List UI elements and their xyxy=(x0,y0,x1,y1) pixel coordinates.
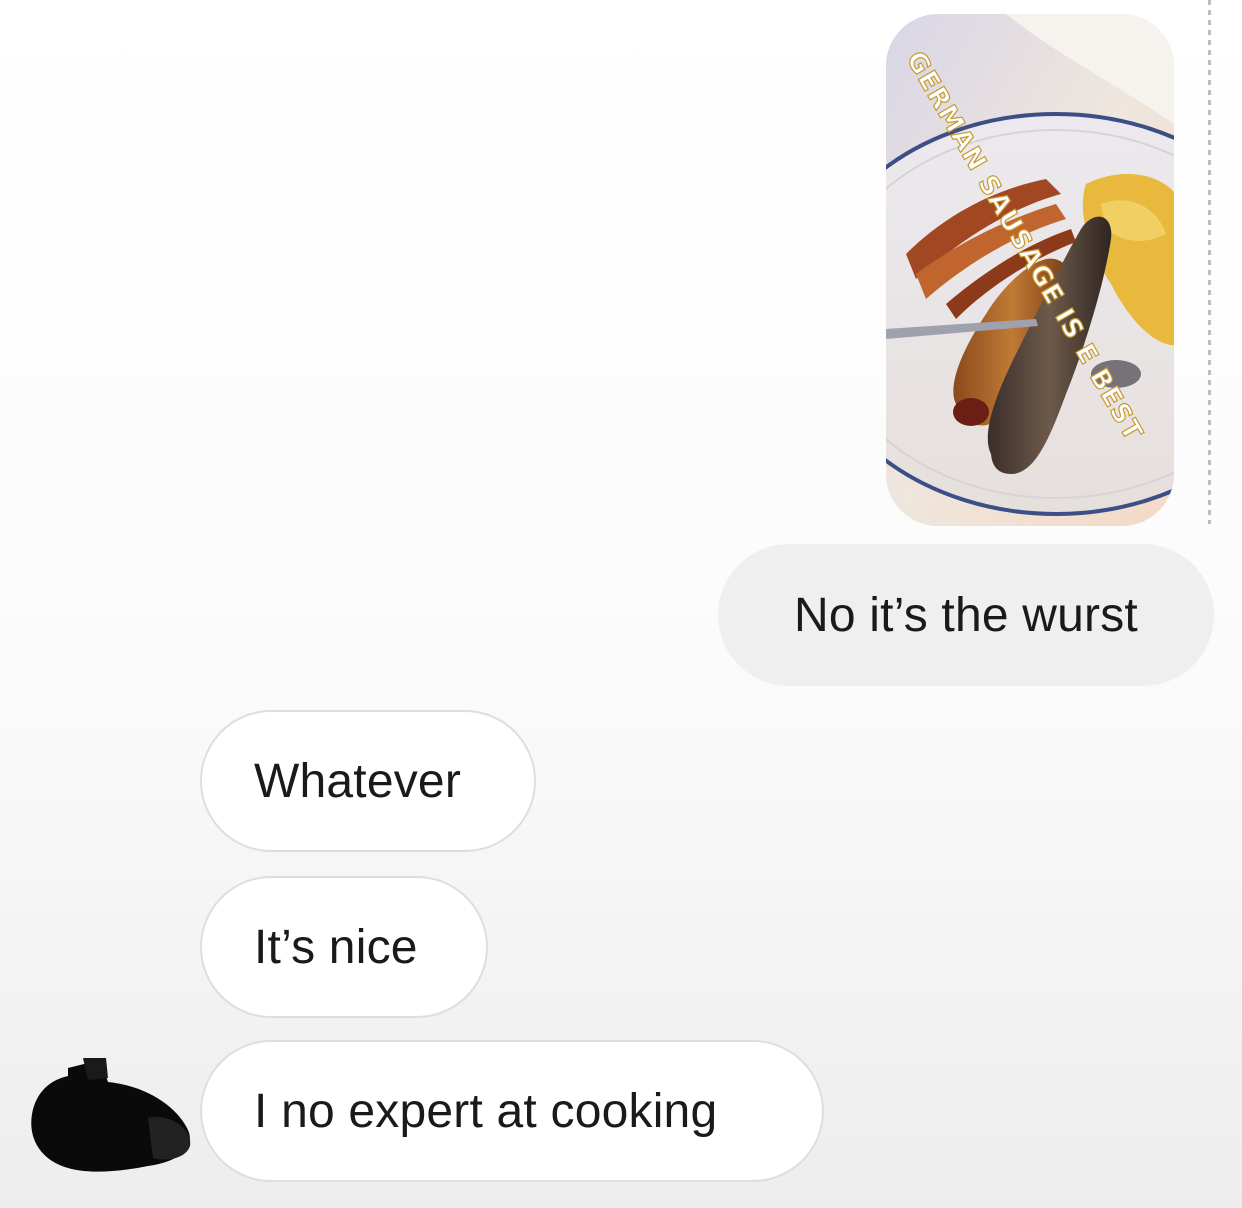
redacted-avatar-icon xyxy=(31,1058,191,1172)
message-thread: GERMAN SAUSAGE IS E BEST No it’s the wur… xyxy=(0,0,1242,1208)
received-message-bubble[interactable]: I no expert at cooking xyxy=(200,1040,824,1182)
message-text: It’s nice xyxy=(254,920,418,974)
message-text: Whatever xyxy=(254,754,462,808)
story-photo-sausages: GERMAN SAUSAGE IS E BEST xyxy=(886,14,1174,526)
shared-story-image[interactable]: GERMAN SAUSAGE IS E BEST xyxy=(886,14,1174,526)
message-text: I no expert at cooking xyxy=(254,1084,718,1138)
story-progress-indicator xyxy=(1208,0,1211,524)
received-message-bubble[interactable]: It’s nice xyxy=(200,876,488,1018)
sender-avatar[interactable] xyxy=(28,1058,194,1176)
received-message-bubble[interactable]: Whatever xyxy=(200,710,536,852)
sent-message-bubble[interactable]: No it’s the wurst xyxy=(718,544,1214,686)
message-text: No it’s the wurst xyxy=(794,588,1138,642)
